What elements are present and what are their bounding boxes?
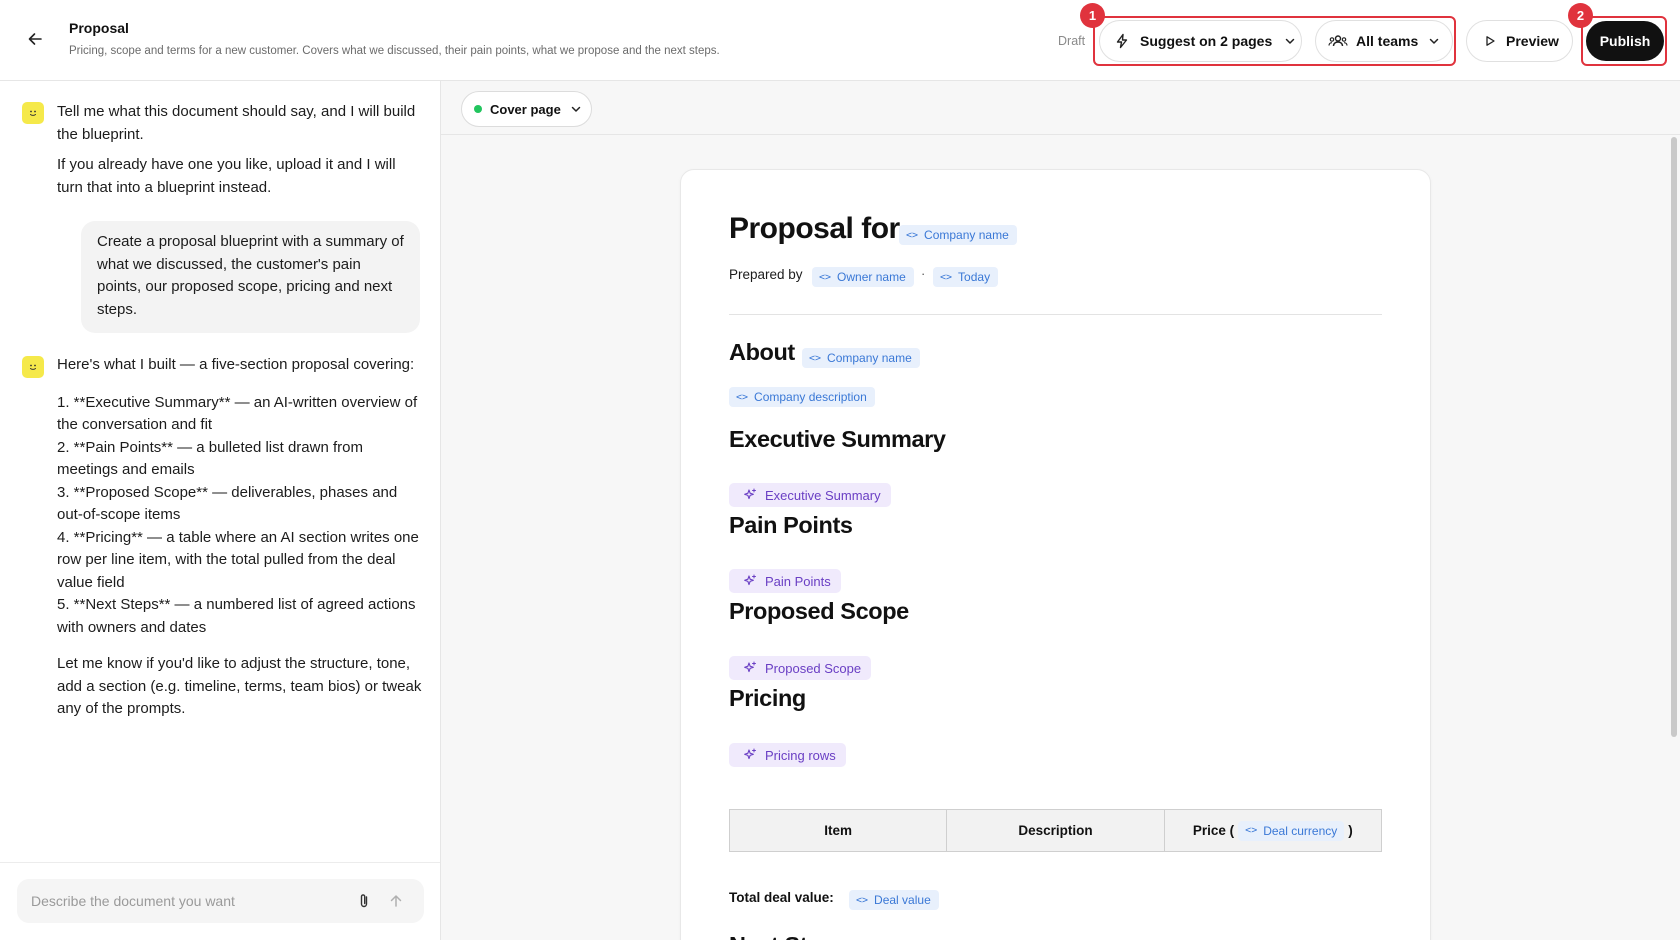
variable-label: Today [958,270,991,284]
separator: · [921,266,926,281]
bot-message: Here's what I built — a five-section pro… [57,354,422,729]
variable-chip[interactable]: <> Company name [899,225,1017,245]
page-selector-label: Cover page [490,101,561,117]
status-label: Draft [1058,34,1086,48]
arrow-left-icon [28,33,42,45]
preview-toolbar: Cover page [441,81,1680,135]
variable-label: Company name [827,351,912,365]
section-heading: About [729,339,795,365]
ai-block-chip[interactable]: Proposed Scope [729,656,872,680]
publish-button[interactable]: Publish [1586,21,1664,61]
variable-label: Deal value [874,893,931,907]
chevron-down-icon [570,103,582,115]
smiley-icon [22,102,44,124]
code-braces-icon: <> [940,271,953,283]
code-braces-icon: <> [809,352,822,364]
ai-block-label: Proposed Scope [765,660,862,676]
page-selector-dropdown[interactable]: Cover page [461,91,592,127]
variable-chip[interactable]: <> Today [933,267,999,287]
user-message: Create a proposal blueprint with a summa… [81,221,420,333]
back-button[interactable] [24,28,46,50]
suggest-label: Suggest on 2 pages [1140,33,1273,49]
ai-block-chip[interactable]: Pricing rows [729,743,846,767]
code-braces-icon: <> [856,894,869,906]
users-icon [1328,33,1348,49]
arrow-up-icon[interactable] [387,892,405,910]
message-text: Let me know if you'd like to adjust the … [57,655,422,717]
list-item: 1. **Executive Summary** — an AI-written… [57,393,418,434]
message-text: Tell me what this document should say, a… [57,103,416,143]
pricing-table: Item Description Price ( <> Deal currenc… [729,809,1382,852]
paperclip-icon[interactable] [355,892,373,910]
variable-chip[interactable]: <> Company description [729,387,875,407]
variable-chip[interactable]: <> Deal currency [1238,820,1345,841]
variable-label: Deal currency [1263,823,1338,838]
code-braces-icon: <> [906,229,919,241]
chat-panel: Tell me what this document should say, a… [0,81,441,940]
annotation-badge-1: 1 [1080,3,1105,28]
list-item: 3. **Proposed Scope** — deliverables, ph… [57,483,398,524]
annotation-badge-2: 2 [1568,3,1593,28]
variable-label: Company name [924,228,1009,242]
smiley-icon [22,356,44,378]
code-braces-icon: <> [819,271,832,283]
variable-chip[interactable]: <> Deal value [849,890,939,910]
preview-button[interactable]: Preview [1466,20,1573,62]
scrollbar[interactable] [1671,137,1677,737]
message-text: Here's what I built — a five-section pro… [57,356,415,373]
section-heading: Pain Points [729,512,853,538]
variable-label: Owner name [837,270,906,284]
top-header: Proposal Pricing, scope and terms for a … [0,0,1680,81]
suggest-pages-dropdown[interactable]: Suggest on 2 pages [1099,20,1302,62]
chat-composer [0,862,440,940]
message-text: If you already have one you like, upload… [57,156,396,196]
ai-block-label: Pricing rows [765,747,836,763]
teams-dropdown[interactable]: All teams [1315,20,1453,62]
section-heading: Proposed Scope [729,598,909,624]
ai-block-chip[interactable]: Pain Points [729,569,841,593]
section-heading: Pricing [729,685,806,711]
page-title: Proposal [69,20,129,36]
section-heading: Executive Summary [729,426,946,452]
document-preview: Cover page Proposal for <> Company name … [441,81,1680,940]
status-dot [474,105,482,113]
ai-block-label: Executive Summary [765,487,881,503]
price-label: Price ( [1192,823,1235,838]
list-item: 2. **Pain Points** — a bulleted list dra… [57,438,363,479]
code-braces-icon: <> [736,391,749,403]
variable-chip[interactable]: <> Company name [802,348,920,368]
play-icon [1484,35,1496,47]
total-deal-label: Total deal value: [729,890,834,905]
price-close: ) [1348,823,1353,838]
variable-chip[interactable]: <> Owner name [812,267,914,287]
section-heading: Next Steps [729,932,847,940]
table-header-description: Description [947,810,1165,851]
sparkles-icon [744,574,756,586]
preview-label: Preview [1506,33,1559,49]
chevron-down-icon [1284,35,1296,47]
list-item: 5. **Next Steps** — a numbered list of a… [57,596,416,636]
sparkles-icon [744,748,756,760]
ai-block-label: Pain Points [765,573,831,589]
document-title: Proposal for [729,212,900,245]
list-item: 4. **Pricing** — a table where an AI sec… [57,528,419,591]
teams-label: All teams [1356,33,1419,49]
page-subtitle: Pricing, scope and terms for a new custo… [69,45,720,57]
sparkles-icon [744,661,756,673]
prepared-by-label: Prepared by [729,267,803,282]
ai-block-chip[interactable]: Executive Summary [729,483,891,507]
divider [729,314,1382,315]
bot-message: Tell me what this document should say, a… [57,101,422,207]
table-header-price: Price ( <> Deal currency ) [1165,810,1381,851]
lightning-icon [1114,33,1130,49]
chevron-down-icon [1428,35,1440,47]
code-braces-icon: <> [1245,825,1258,836]
sparkles-icon [744,488,756,500]
document-page: Proposal for <> Company name Prepared by… [680,169,1431,940]
variable-label: Company description [754,390,867,404]
table-header-item: Item [730,810,948,851]
